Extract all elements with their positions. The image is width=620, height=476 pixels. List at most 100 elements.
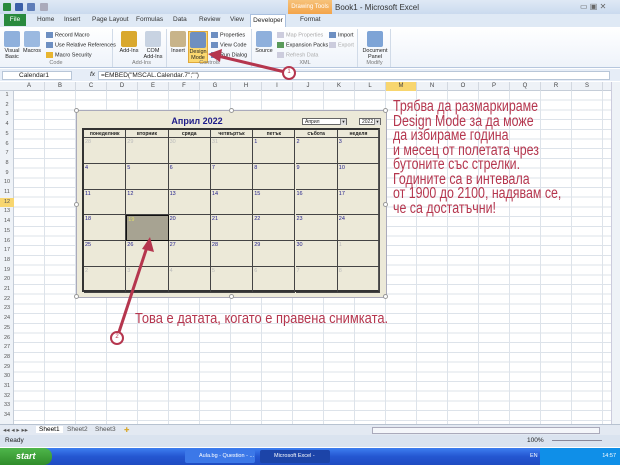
row-header[interactable]: 19 bbox=[0, 266, 14, 276]
row-header[interactable]: 31 bbox=[0, 382, 14, 392]
day-cell[interactable]: 13 bbox=[168, 189, 211, 216]
resize-handle[interactable] bbox=[383, 108, 388, 113]
task-browser[interactable]: Aula.bg - Question - ... bbox=[185, 450, 255, 463]
sheet-tab-2[interactable]: Sheet2 bbox=[67, 426, 88, 433]
language-indicator[interactable]: EN bbox=[530, 453, 538, 459]
day-cell[interactable]: 7 bbox=[210, 163, 254, 190]
day-cell[interactable]: 29 bbox=[253, 241, 296, 267]
row-header[interactable]: 11 bbox=[0, 188, 14, 198]
fx-icon[interactable]: fx bbox=[90, 71, 95, 78]
column-header[interactable]: E bbox=[138, 82, 169, 91]
com-addins-button[interactable]: COM Add-Ins bbox=[142, 31, 164, 60]
row-header[interactable]: 9 bbox=[0, 169, 14, 179]
row-header[interactable]: 29 bbox=[0, 363, 14, 373]
horizontal-scrollbar[interactable] bbox=[372, 427, 600, 434]
tab-developer[interactable]: Developer bbox=[250, 14, 286, 27]
run-dialog-button[interactable]: Run Dialog bbox=[211, 52, 247, 58]
column-header[interactable]: N bbox=[417, 82, 448, 91]
resize-handle[interactable] bbox=[229, 108, 234, 113]
row-header[interactable]: 7 bbox=[0, 149, 14, 159]
day-cell[interactable]: 28 bbox=[84, 138, 127, 164]
name-box[interactable]: Calendar1 bbox=[2, 71, 72, 80]
day-cell[interactable]: 11 bbox=[84, 189, 127, 216]
row-header[interactable]: 8 bbox=[0, 159, 14, 169]
document-panel-button[interactable]: Document Panel bbox=[361, 31, 389, 60]
row-header[interactable]: 2 bbox=[0, 101, 14, 111]
day-cell[interactable]: 15 bbox=[253, 189, 296, 216]
column-header[interactable]: S bbox=[572, 82, 603, 91]
day-cell[interactable]: 17 bbox=[337, 189, 381, 216]
refresh-data-button[interactable]: Refresh Data bbox=[277, 52, 318, 58]
start-button[interactable]: start bbox=[0, 448, 52, 465]
resize-handle[interactable] bbox=[74, 108, 79, 113]
day-cell[interactable]: 25 bbox=[84, 241, 127, 267]
addins-button[interactable]: Add-Ins bbox=[119, 31, 139, 54]
day-cell[interactable]: 30 bbox=[295, 241, 338, 267]
day-cell[interactable]: 29 bbox=[126, 138, 169, 164]
column-header[interactable]: L bbox=[355, 82, 386, 91]
formula-input[interactable]: =EMBED("MSCAL.Calendar.7";"") bbox=[98, 71, 610, 80]
row-header[interactable]: 27 bbox=[0, 343, 14, 353]
year-select[interactable]: 2022 ▼ bbox=[359, 118, 381, 125]
resize-handle[interactable] bbox=[383, 294, 388, 299]
row-header[interactable]: 13 bbox=[0, 207, 14, 217]
day-cell[interactable]: 18 bbox=[84, 215, 127, 242]
column-header[interactable]: D bbox=[107, 82, 138, 91]
row-header[interactable]: 24 bbox=[0, 314, 14, 324]
day-cell[interactable]: 28 bbox=[210, 241, 254, 267]
day-cell[interactable]: 16 bbox=[295, 189, 338, 216]
row-header[interactable]: 5 bbox=[0, 130, 14, 140]
record-macro-button[interactable]: Record Macro bbox=[46, 32, 90, 38]
row-header[interactable]: 34 bbox=[0, 411, 14, 421]
day-cell[interactable]: 27 bbox=[168, 241, 211, 267]
tab-view[interactable]: View bbox=[230, 16, 244, 23]
map-properties-button[interactable]: Map Properties bbox=[277, 32, 323, 38]
properties-button[interactable]: Properties bbox=[211, 32, 245, 38]
sheet-tab-3[interactable]: Sheet3 bbox=[95, 426, 116, 433]
tab-format[interactable]: Format bbox=[300, 16, 321, 23]
row-header[interactable]: 22 bbox=[0, 295, 14, 305]
day-cell[interactable]: 26 bbox=[126, 241, 169, 267]
day-cell[interactable]: 6 bbox=[168, 163, 211, 190]
day-cell[interactable]: 4 bbox=[84, 163, 127, 190]
row-header[interactable]: 6 bbox=[0, 140, 14, 150]
day-cell[interactable]: 8 bbox=[253, 163, 296, 190]
redo-icon[interactable] bbox=[40, 3, 48, 11]
day-cell[interactable]: 23 bbox=[295, 215, 338, 242]
source-button[interactable]: Source bbox=[255, 31, 273, 54]
macro-security-button[interactable]: Macro Security bbox=[46, 52, 92, 58]
undo-icon[interactable] bbox=[27, 3, 35, 11]
row-header[interactable]: 26 bbox=[0, 334, 14, 344]
column-header[interactable]: P bbox=[479, 82, 510, 91]
row-header[interactable]: 25 bbox=[0, 324, 14, 334]
column-header[interactable]: B bbox=[45, 82, 76, 91]
day-cell[interactable]: 2 bbox=[295, 138, 338, 164]
column-header[interactable]: F bbox=[169, 82, 200, 91]
day-cell[interactable]: 12 bbox=[126, 189, 169, 216]
macros-button[interactable]: Macros bbox=[23, 31, 41, 54]
day-cell[interactable]: 1 bbox=[337, 241, 381, 267]
row-header[interactable]: 16 bbox=[0, 237, 14, 247]
row-header[interactable]: 4 bbox=[0, 120, 14, 130]
resize-handle[interactable] bbox=[74, 202, 79, 207]
column-header[interactable]: O bbox=[448, 82, 479, 91]
resize-handle[interactable] bbox=[383, 202, 388, 207]
calendar-control[interactable]: Април 2022 Април ▼ 2022 ▼ понеделник вторни… bbox=[74, 108, 388, 299]
visual-basic-button[interactable]: Visual Basic bbox=[3, 31, 21, 60]
column-header[interactable]: A bbox=[14, 82, 45, 91]
row-header[interactable]: 28 bbox=[0, 353, 14, 363]
row-header[interactable]: 14 bbox=[0, 217, 14, 227]
column-header[interactable]: C bbox=[76, 82, 107, 91]
tab-review[interactable]: Review bbox=[199, 16, 220, 23]
design-mode-button[interactable]: Design Mode bbox=[188, 31, 208, 63]
tab-home[interactable]: Home bbox=[37, 16, 54, 23]
day-cell[interactable]: 31 bbox=[210, 138, 254, 164]
day-cell[interactable]: 5 bbox=[210, 267, 254, 293]
insert-sheet-icon[interactable]: ✚ bbox=[124, 426, 129, 434]
day-cell[interactable]: 10 bbox=[337, 163, 381, 190]
day-cell[interactable]: 6 bbox=[253, 267, 296, 293]
day-cell[interactable]: 5 bbox=[126, 163, 169, 190]
day-cell[interactable]: 20 bbox=[168, 215, 211, 242]
sheet-nav-arrows[interactable]: ◂◂ ◂ ▸ ▸▸ bbox=[3, 426, 28, 434]
day-cell[interactable]: 14 bbox=[210, 189, 254, 216]
